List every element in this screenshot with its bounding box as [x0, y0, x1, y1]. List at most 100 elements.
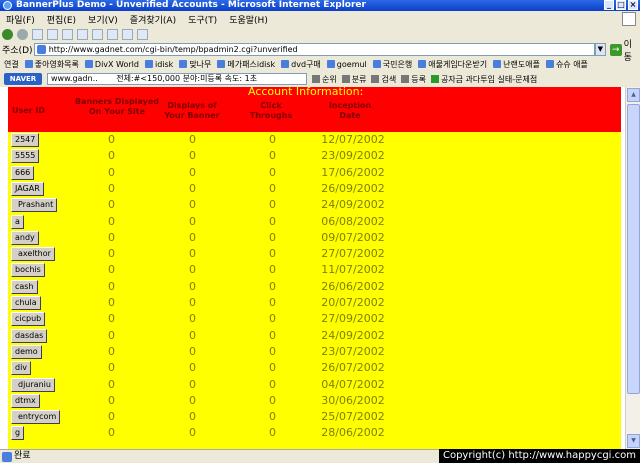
print-icon[interactable] [137, 29, 148, 40]
user-id-button[interactable]: div [11, 361, 32, 376]
link-item[interactable]: goemul [326, 60, 367, 69]
address-url: http://www.gadnet.com/cgi-bin/temp/bpadm… [48, 45, 298, 54]
user-id-button[interactable]: bochis [11, 263, 45, 278]
back-icon[interactable] [2, 29, 13, 40]
table-row: cash 0 0 0 26/06/2002 [8, 279, 621, 295]
user-id-button[interactable]: entrycom [11, 410, 61, 425]
table-row: dtmx 0 0 0 30/06/2002 [8, 393, 621, 409]
inception-date-cell: 26/07/2002 [321, 361, 385, 375]
click-throughs-cell: 0 [269, 181, 276, 195]
close-icon[interactable]: × [628, 0, 638, 10]
table-row: 666 0 0 0 17/06/2002 [8, 165, 621, 181]
inception-date-cell: 26/06/2002 [321, 279, 385, 293]
inception-date-cell: 23/07/2002 [321, 344, 385, 358]
mail-icon[interactable] [122, 29, 133, 40]
table-row: demo 0 0 0 23/07/2002 [8, 344, 621, 360]
menu-favorites[interactable]: 즐겨찾기(A) [130, 13, 176, 26]
click-throughs-cell: 0 [269, 230, 276, 244]
link-icon [418, 60, 427, 68]
scroll-up-icon[interactable]: ▲ [627, 88, 640, 102]
link-label: 맞나무 [189, 59, 212, 69]
menu-tools[interactable]: 도구(T) [188, 13, 217, 26]
address-input[interactable]: http://www.gadnet.com/cgi-bin/temp/bpadm… [33, 43, 595, 56]
naver-search-input[interactable]: www.gadn.. 전체:#<150,000 분야:미등록 속도: 1초 [47, 73, 307, 85]
inception-date-cell: 28/06/2002 [321, 426, 385, 440]
user-id-button[interactable]: 2547 [11, 133, 40, 147]
col-header-banners: Banners Displayed On Your Site [75, 97, 159, 116]
menu-view[interactable]: 보기(V) [88, 13, 118, 26]
windows-logo-icon [622, 12, 636, 26]
go-arrow-icon: → [609, 43, 622, 56]
stop-icon[interactable] [32, 29, 43, 40]
user-id-button[interactable]: dtmx [11, 393, 40, 408]
user-id-button[interactable]: dasdas [11, 328, 48, 343]
banners-cell: 0 [108, 312, 115, 326]
user-id-button[interactable]: axelthor [11, 247, 55, 262]
link-item[interactable]: idisk [144, 59, 174, 69]
click-throughs-cell: 0 [269, 149, 276, 163]
user-id-button[interactable]: cicpub [11, 312, 46, 327]
table-row: 5555 0 0 0 23/09/2002 [8, 148, 621, 164]
naver-register-button[interactable]: 등록 [401, 74, 426, 85]
naver-news-label: 공자금 과다투입 실태-문제점 [440, 74, 538, 84]
naver-category-button[interactable]: 분류 [341, 74, 366, 85]
link-item[interactable]: 애물게임다운받기 [418, 59, 487, 70]
search-icon[interactable] [77, 29, 88, 40]
naver-news-link[interactable]: 공자금 과다투입 실태-문제점 [430, 74, 538, 85]
scroll-down-icon[interactable]: ▼ [627, 434, 640, 448]
user-id-button[interactable]: demo [11, 344, 42, 359]
inception-date-cell: 24/09/2002 [321, 198, 385, 212]
click-throughs-cell: 0 [269, 165, 276, 179]
user-id-button[interactable]: djuraniu [11, 377, 55, 392]
vertical-scrollbar[interactable]: ▲ ▼ [625, 87, 640, 449]
naver-search-button[interactable]: 검색 [371, 74, 396, 85]
refresh-icon[interactable] [47, 29, 58, 40]
user-id-button[interactable]: 666 [11, 165, 35, 180]
minimize-icon[interactable]: _ [604, 0, 614, 10]
menu-edit[interactable]: 편집(E) [47, 13, 76, 26]
user-id-button[interactable]: chula [11, 296, 41, 310]
link-item[interactable]: 맞나무 [179, 59, 211, 70]
link-item[interactable]: dvd구매 [281, 59, 321, 70]
banners-cell: 0 [108, 426, 115, 440]
user-id-button[interactable]: g [11, 426, 25, 441]
link-item[interactable]: 슈슈 애플 [545, 59, 588, 70]
inception-date-cell: 27/09/2002 [321, 312, 385, 326]
link-item[interactable]: 난랜도애플 [493, 59, 540, 70]
user-id-button[interactable]: cash [11, 279, 38, 294]
displays-cell: 0 [189, 296, 196, 309]
menu-help[interactable]: 도움말(H) [229, 13, 268, 26]
menu-bar: 파일(F) 편집(E) 보기(V) 즐겨찾기(A) 도구(T) 도움말(H) [0, 11, 640, 27]
favorites-icon[interactable] [92, 29, 103, 40]
displays-cell: 0 [189, 181, 196, 195]
naver-item-label: 등록 [411, 74, 426, 84]
table-row: chula 0 0 0 20/07/2002 [8, 295, 621, 311]
home-icon[interactable] [62, 29, 73, 40]
link-item[interactable]: 메가패스idisk [217, 59, 275, 70]
forward-icon[interactable] [17, 29, 28, 40]
scroll-thumb[interactable] [627, 104, 640, 394]
history-icon[interactable] [107, 29, 118, 40]
address-dropdown-icon[interactable]: ▼ [594, 43, 606, 56]
link-icon [281, 60, 290, 68]
naver-logo[interactable]: NAVER [4, 73, 42, 85]
user-id-button[interactable]: andy [11, 230, 39, 245]
banners-cell: 0 [108, 393, 115, 407]
user-id-button[interactable]: Prashant [11, 198, 58, 213]
maximize-icon[interactable]: □ [616, 0, 626, 10]
inception-date-cell: 26/09/2002 [321, 181, 385, 195]
link-icon [545, 60, 554, 68]
link-label: idisk [154, 59, 174, 69]
inception-date-cell: 25/07/2002 [321, 410, 385, 424]
user-id-button[interactable]: a [11, 214, 24, 229]
user-id-button[interactable]: 5555 [11, 149, 40, 164]
link-item[interactable]: DivX World [84, 60, 139, 69]
user-id-button[interactable]: JAGAR [11, 181, 44, 196]
link-item[interactable]: 좋아영화목록 [24, 59, 79, 70]
naver-rank-button[interactable]: 순위 [312, 74, 337, 85]
links-label: 연결 [4, 59, 19, 69]
menu-file[interactable]: 파일(F) [6, 13, 35, 26]
link-item[interactable]: 국민은행 [372, 59, 412, 70]
naver-toolbar: NAVER www.gadn.. 전체:#<150,000 분야:미등록 속도:… [0, 71, 640, 87]
inception-date-cell: 23/09/2002 [321, 149, 385, 163]
